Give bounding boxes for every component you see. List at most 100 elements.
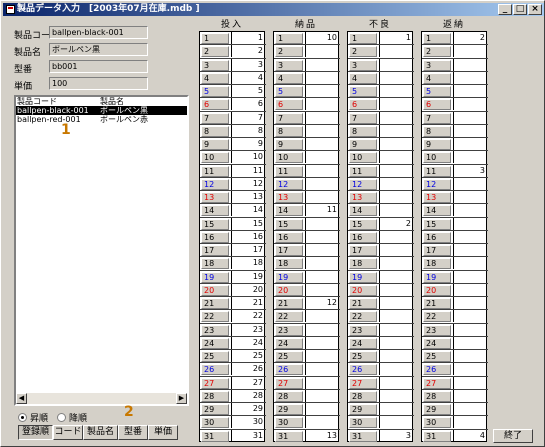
- day-value-field[interactable]: 1: [231, 32, 264, 44]
- day-value-field[interactable]: [305, 85, 338, 97]
- day-value-field[interactable]: [305, 45, 338, 58]
- list-item[interactable]: ballpen-red-001 ボールペン赤: [16, 115, 187, 124]
- day-value-field[interactable]: [379, 204, 412, 217]
- day-value-field[interactable]: 29: [231, 403, 264, 415]
- day-value-field[interactable]: 11: [305, 204, 338, 217]
- day-value-field[interactable]: [305, 217, 338, 230]
- day-value-field[interactable]: [453, 71, 486, 84]
- day-value-field[interactable]: [453, 98, 486, 111]
- day-value-field[interactable]: [305, 350, 338, 362]
- unit-price-field[interactable]: 100: [49, 77, 148, 90]
- day-value-field[interactable]: [453, 177, 486, 190]
- day-value-field[interactable]: 28: [231, 389, 264, 402]
- day-value-field[interactable]: [453, 151, 486, 164]
- day-value-field[interactable]: [453, 138, 486, 150]
- day-value-field[interactable]: 19: [231, 270, 264, 283]
- day-value-field[interactable]: [453, 310, 486, 323]
- day-value-field[interactable]: [453, 283, 486, 296]
- day-value-field[interactable]: [453, 45, 486, 58]
- day-value-field[interactable]: 9: [231, 138, 264, 150]
- day-value-field[interactable]: [305, 71, 338, 84]
- day-value-field[interactable]: [379, 58, 412, 71]
- day-value-field[interactable]: 26: [231, 363, 264, 376]
- product-code-field[interactable]: ballpen-black-001: [49, 26, 148, 39]
- day-value-field[interactable]: [305, 138, 338, 150]
- day-value-field[interactable]: 24: [231, 336, 264, 349]
- day-value-field[interactable]: [379, 403, 412, 415]
- day-value-field[interactable]: 22: [231, 310, 264, 323]
- day-value-field[interactable]: [379, 230, 412, 243]
- day-value-field[interactable]: 6: [231, 98, 264, 111]
- day-value-field[interactable]: [305, 283, 338, 296]
- close-window-button[interactable]: ×: [528, 4, 542, 15]
- day-value-field[interactable]: [453, 217, 486, 230]
- day-value-field[interactable]: 25: [231, 350, 264, 362]
- day-value-field[interactable]: [305, 336, 338, 349]
- day-value-field[interactable]: [305, 403, 338, 415]
- day-value-field[interactable]: [453, 204, 486, 217]
- day-value-field[interactable]: 13: [305, 429, 338, 442]
- day-value-field[interactable]: [379, 71, 412, 84]
- day-value-field[interactable]: [379, 45, 412, 58]
- day-value-field[interactable]: 2: [453, 32, 486, 44]
- day-value-field[interactable]: [453, 403, 486, 415]
- day-value-field[interactable]: 13: [231, 191, 264, 203]
- descending-radio[interactable]: 降順: [57, 411, 87, 424]
- product-name-field[interactable]: ボールペン黒: [49, 43, 148, 56]
- day-value-field[interactable]: 11: [231, 164, 264, 177]
- day-value-field[interactable]: [305, 98, 338, 111]
- day-value-field[interactable]: [305, 323, 338, 336]
- day-value-field[interactable]: [305, 58, 338, 71]
- list-item[interactable]: ballpen-black-001 ボールペン黒: [16, 106, 187, 115]
- day-value-field[interactable]: [453, 336, 486, 349]
- day-value-field[interactable]: [379, 164, 412, 177]
- day-value-field[interactable]: [453, 58, 486, 71]
- day-value-field[interactable]: [379, 336, 412, 349]
- day-value-field[interactable]: [453, 376, 486, 389]
- day-value-field[interactable]: [305, 151, 338, 164]
- day-value-field[interactable]: [453, 297, 486, 309]
- day-value-field[interactable]: 7: [231, 111, 264, 124]
- day-value-field[interactable]: [453, 416, 486, 429]
- day-value-field[interactable]: [453, 230, 486, 243]
- day-value-field[interactable]: [453, 85, 486, 97]
- day-value-field[interactable]: [379, 389, 412, 402]
- exit-button[interactable]: 終了: [493, 429, 533, 443]
- sort-by-price-button[interactable]: 単価: [148, 425, 178, 440]
- maximize-button[interactable]: □: [513, 4, 527, 15]
- day-value-field[interactable]: 4: [453, 429, 486, 442]
- day-value-field[interactable]: 12: [231, 177, 264, 190]
- day-value-field[interactable]: [453, 389, 486, 402]
- day-value-field[interactable]: [305, 389, 338, 402]
- day-value-field[interactable]: [379, 111, 412, 124]
- sort-by-model-button[interactable]: 型番: [118, 425, 148, 440]
- day-value-field[interactable]: [379, 376, 412, 389]
- day-value-field[interactable]: [453, 111, 486, 124]
- day-value-field[interactable]: [305, 111, 338, 124]
- sort-by-code-button[interactable]: コード: [53, 425, 83, 440]
- day-value-field[interactable]: [305, 363, 338, 376]
- day-value-field[interactable]: 20: [231, 283, 264, 296]
- day-value-field[interactable]: [453, 124, 486, 137]
- day-value-field[interactable]: [305, 270, 338, 283]
- day-value-field[interactable]: [453, 270, 486, 283]
- day-value-field[interactable]: [305, 310, 338, 323]
- sort-by-name-button[interactable]: 製品名: [83, 425, 118, 440]
- day-value-field[interactable]: [379, 283, 412, 296]
- day-value-field[interactable]: 10: [305, 32, 338, 44]
- day-value-field[interactable]: [379, 138, 412, 150]
- horizontal-scrollbar[interactable]: ◀ ▶: [16, 393, 187, 404]
- day-value-field[interactable]: 2: [231, 45, 264, 58]
- day-value-field[interactable]: 15: [231, 217, 264, 230]
- day-value-field[interactable]: [305, 191, 338, 203]
- day-value-field[interactable]: [379, 244, 412, 256]
- scroll-right-icon[interactable]: ▶: [176, 393, 187, 404]
- day-value-field[interactable]: 30: [231, 416, 264, 429]
- day-value-field[interactable]: 18: [231, 257, 264, 270]
- day-value-field[interactable]: 23: [231, 323, 264, 336]
- day-value-field[interactable]: [379, 151, 412, 164]
- product-list[interactable]: 製品コード 製品名 ballpen-black-001 ボールペン黒 ballp…: [14, 95, 189, 406]
- day-value-field[interactable]: [379, 124, 412, 137]
- day-value-field[interactable]: [379, 98, 412, 111]
- day-value-field[interactable]: 27: [231, 376, 264, 389]
